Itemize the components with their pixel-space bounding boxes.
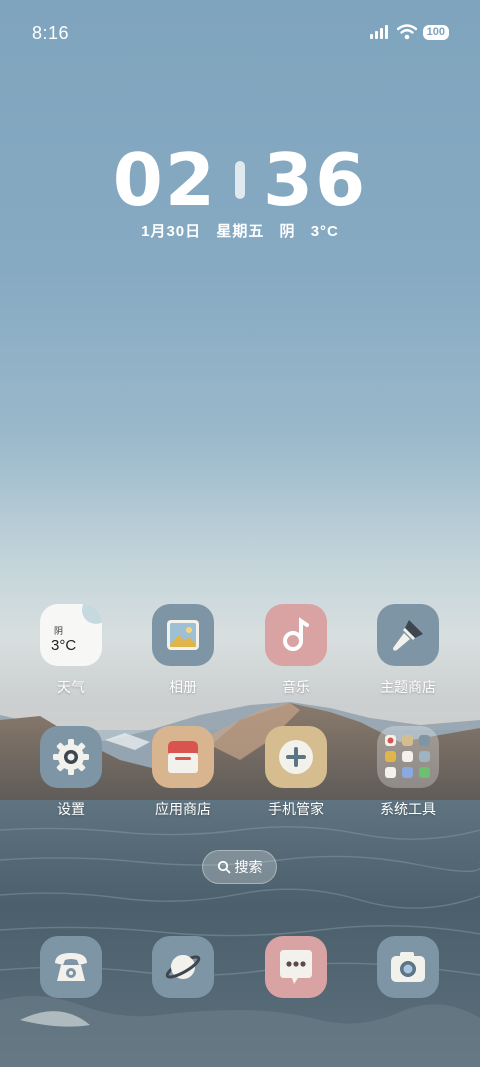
phone-icon xyxy=(40,936,102,998)
weather-widget-condition: 阴 xyxy=(54,626,64,636)
app-label: 天气 xyxy=(57,679,85,695)
weather-widget-temp: 3°C xyxy=(51,637,77,654)
clock-date-line: 1月30日 星期五 阴 3°C xyxy=(0,220,480,241)
app-app-store[interactable]: 应用商店 xyxy=(133,726,233,819)
app-label: 应用商店 xyxy=(155,801,211,817)
app-label: 音乐 xyxy=(282,679,310,695)
app-label: 相册 xyxy=(169,679,197,695)
clock-time: 02 36 xyxy=(113,142,367,218)
app-phone-manager[interactable]: 手机管家 xyxy=(246,726,346,819)
clock-date: 1月30日 xyxy=(141,223,202,240)
weather-icon: 阴 3°C xyxy=(40,604,102,666)
dock-camera[interactable] xyxy=(358,936,458,998)
settings-gear-icon xyxy=(40,726,102,788)
clock-minutes: 36 xyxy=(263,138,368,222)
weather-cloud-shape xyxy=(82,604,102,624)
gallery-icon xyxy=(152,604,214,666)
status-bar: 8:16 100 xyxy=(0,20,480,48)
message-bubble-icon xyxy=(265,936,327,998)
music-note-icon xyxy=(265,604,327,666)
signal-icon xyxy=(369,25,388,39)
planet-icon xyxy=(152,936,214,998)
clock-widget[interactable]: 02 36 1月30日 星期五 阴 3°C xyxy=(0,142,480,241)
dock-browser[interactable] xyxy=(133,936,233,998)
app-gallery[interactable]: 相册 xyxy=(133,604,233,697)
battery-icon: 100 xyxy=(422,24,449,40)
wifi-icon xyxy=(396,24,417,40)
app-label: 手机管家 xyxy=(268,801,324,817)
paint-brush-icon xyxy=(377,604,439,666)
store-icon xyxy=(152,726,214,788)
folder-system-tools[interactable]: 系统工具 xyxy=(358,726,458,819)
app-label: 设置 xyxy=(57,801,85,817)
app-music[interactable]: 音乐 xyxy=(246,604,346,697)
search-button[interactable]: 搜索 xyxy=(202,850,277,884)
app-label: 主题商店 xyxy=(380,679,436,695)
app-weather[interactable]: 阴 3°C 天气 xyxy=(21,604,121,697)
dock-messages[interactable] xyxy=(246,936,346,998)
status-icons: 100 xyxy=(369,24,449,40)
folder-icon xyxy=(377,726,439,788)
clock-weekday: 星期五 xyxy=(216,223,265,240)
status-time: 8:16 xyxy=(32,23,70,43)
shield-plus-icon xyxy=(265,726,327,788)
camera-icon xyxy=(377,936,439,998)
app-settings[interactable]: 设置 xyxy=(21,726,121,819)
search-icon xyxy=(217,860,230,874)
dock-phone[interactable] xyxy=(21,936,121,998)
app-label: 系统工具 xyxy=(380,801,436,817)
search-label: 搜索 xyxy=(234,859,263,875)
clock-temp: 3°C xyxy=(310,223,339,240)
clock-weather: 阴 xyxy=(279,223,296,240)
app-theme-store[interactable]: 主题商店 xyxy=(358,604,458,697)
clock-separator xyxy=(235,161,245,199)
clock-hours: 02 xyxy=(112,138,217,222)
